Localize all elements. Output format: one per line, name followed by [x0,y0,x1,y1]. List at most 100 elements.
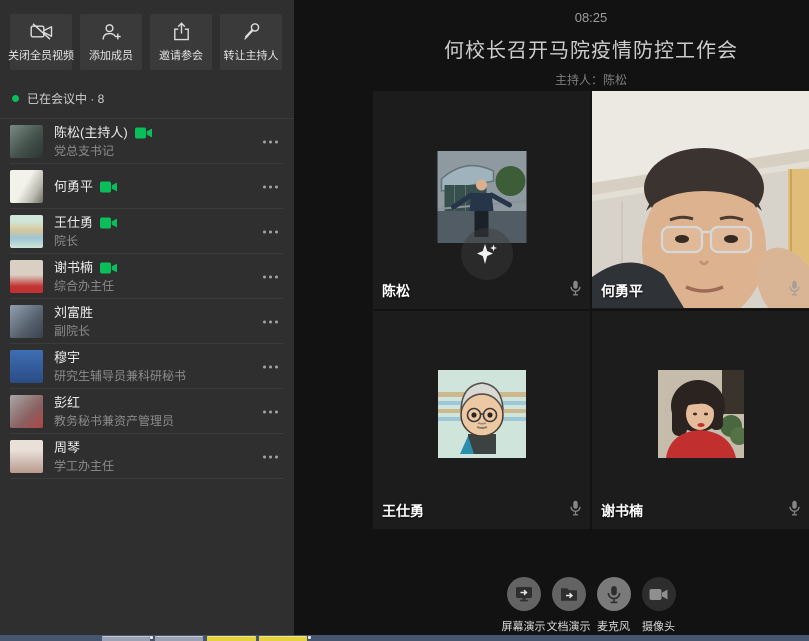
video-grid: 陈松 [373,91,809,529]
video-tile-chensong[interactable]: 陈松 [373,91,590,309]
participant-row[interactable]: 何勇平 [0,164,294,209]
sidebar: 关闭全员视频 添加成员 [0,0,294,635]
taskbar-button[interactable] [207,636,256,641]
camera-on-icon [100,262,117,274]
tile-participant-name: 陈松 [382,281,410,301]
participant-list: 陈松(主持人) 党总支书记 何勇平 王仕勇 [0,118,294,479]
online-status-dot [12,95,19,102]
more-options-button[interactable] [261,406,280,417]
microphone-icon [597,577,631,611]
participant-row[interactable]: 穆宇 研究生辅导员兼科研秘书 [0,344,294,389]
participant-row[interactable]: 王仕勇 院长 [0,209,294,254]
share-icon [173,22,190,42]
add-member-button[interactable]: 添加成员 [80,14,142,70]
screen-share-button[interactable]: 屏幕演示 [501,577,546,634]
camera-on-icon [100,181,117,193]
meeting-app-window: 关闭全员视频 添加成员 [0,0,809,641]
meeting-toolbar: 屏幕演示 文档演示 [373,577,809,634]
invite-attendees-button[interactable]: 邀请参会 [150,14,212,70]
participant-row[interactable]: 刘富胜 副院长 [0,299,294,344]
taskbar-badge [150,636,153,639]
more-options-button[interactable] [261,316,280,327]
participant-row[interactable]: 谢书楠 综合办主任 [0,254,294,299]
participant-name: 陈松(主持人) [54,125,128,141]
doc-share-button[interactable]: 文档演示 [546,577,591,634]
participant-row[interactable]: 彭红 教务秘书兼资产管理员 [0,389,294,434]
avatar [10,440,43,473]
avatar [10,170,43,203]
stage-header: 08:25 何校长召开马院疫情防控工作会 主持人：陈松 [373,0,809,88]
beauty-effects-button[interactable] [461,228,513,280]
mic-muted-icon [570,280,581,301]
participant-name: 穆宇 [54,350,80,366]
more-options-button[interactable] [261,361,280,372]
person-add-icon [101,22,122,42]
os-taskbar [0,635,809,641]
participant-name: 王仕勇 [54,215,93,231]
camera-off-icon [30,22,53,42]
mic-muted-icon [789,500,800,521]
meeting-stage: 08:25 何校长召开马院疫情防控工作会 主持人：陈松 [294,0,809,635]
sparkle-icon [473,240,501,268]
avatar [10,305,43,338]
mic-muted-icon [570,500,581,521]
video-tile-wangshiyong[interactable]: 王仕勇 [373,311,590,529]
avatar [10,125,43,158]
avatar [10,215,43,248]
tile-participant-name: 王仕勇 [382,501,424,521]
action-label: 转让主持人 [224,47,279,63]
more-options-button[interactable] [261,271,280,282]
more-options-button[interactable] [261,181,280,192]
transfer-host-button[interactable]: 转让主持人 [220,14,282,70]
tool-label: 摄像头 [642,618,675,634]
participant-role: 党总支书记 [54,144,152,158]
taskbar-button[interactable] [102,636,150,641]
participant-role: 综合办主任 [54,279,117,293]
mic-transfer-icon [242,22,260,42]
screen-share-icon [507,577,541,611]
participant-name: 谢书楠 [54,260,93,276]
doc-share-icon [552,577,586,611]
participant-role: 研究生辅导员兼科研秘书 [54,369,186,383]
participant-row[interactable]: 周琴 学工办主任 [0,434,294,479]
camera-on-icon [100,217,117,229]
meeting-host: 主持人：陈松 [373,71,809,88]
tool-label: 文档演示 [547,618,591,634]
action-label: 关闭全员视频 [8,47,74,63]
camera-icon [642,577,676,611]
camera-on-icon [135,127,152,139]
taskbar-button[interactable] [155,636,203,641]
close-all-video-button[interactable]: 关闭全员视频 [10,14,72,70]
tool-label: 屏幕演示 [502,618,546,634]
taskbar-button[interactable] [259,636,307,641]
participant-row[interactable]: 陈松(主持人) 党总支书记 [0,119,294,164]
tile-participant-name: 谢书楠 [601,501,643,521]
more-options-button[interactable] [261,136,280,147]
video-thumbnail [658,370,744,458]
action-label: 添加成员 [89,47,133,63]
participant-role: 副院长 [54,324,93,338]
video-tile-heyongping[interactable]: 何勇平 [592,91,809,309]
meeting-status: 已在会议中 · 8 [12,90,282,107]
status-text: 已在会议中 · 8 [27,90,104,107]
participant-name: 何勇平 [54,179,93,195]
participant-name: 彭红 [54,395,80,411]
participant-role: 院长 [54,234,117,248]
camera-button[interactable]: 摄像头 [636,577,681,634]
participant-role: 教务秘书兼资产管理员 [54,414,174,428]
avatar [10,260,43,293]
meeting-time: 08:25 [373,10,809,25]
mic-muted-icon [789,280,800,301]
video-tile-xieshunan[interactable]: 谢书楠 [592,311,809,529]
microphone-button[interactable]: 麦克风 [591,577,636,634]
tile-participant-name: 何勇平 [601,281,643,301]
more-options-button[interactable] [261,451,280,462]
taskbar-badge [308,636,311,639]
tool-label: 麦克风 [597,618,630,634]
participant-role: 学工办主任 [54,459,114,473]
more-options-button[interactable] [261,226,280,237]
video-feed [592,91,809,309]
avatar [10,395,43,428]
participant-name: 刘富胜 [54,305,93,321]
avatar [10,350,43,383]
